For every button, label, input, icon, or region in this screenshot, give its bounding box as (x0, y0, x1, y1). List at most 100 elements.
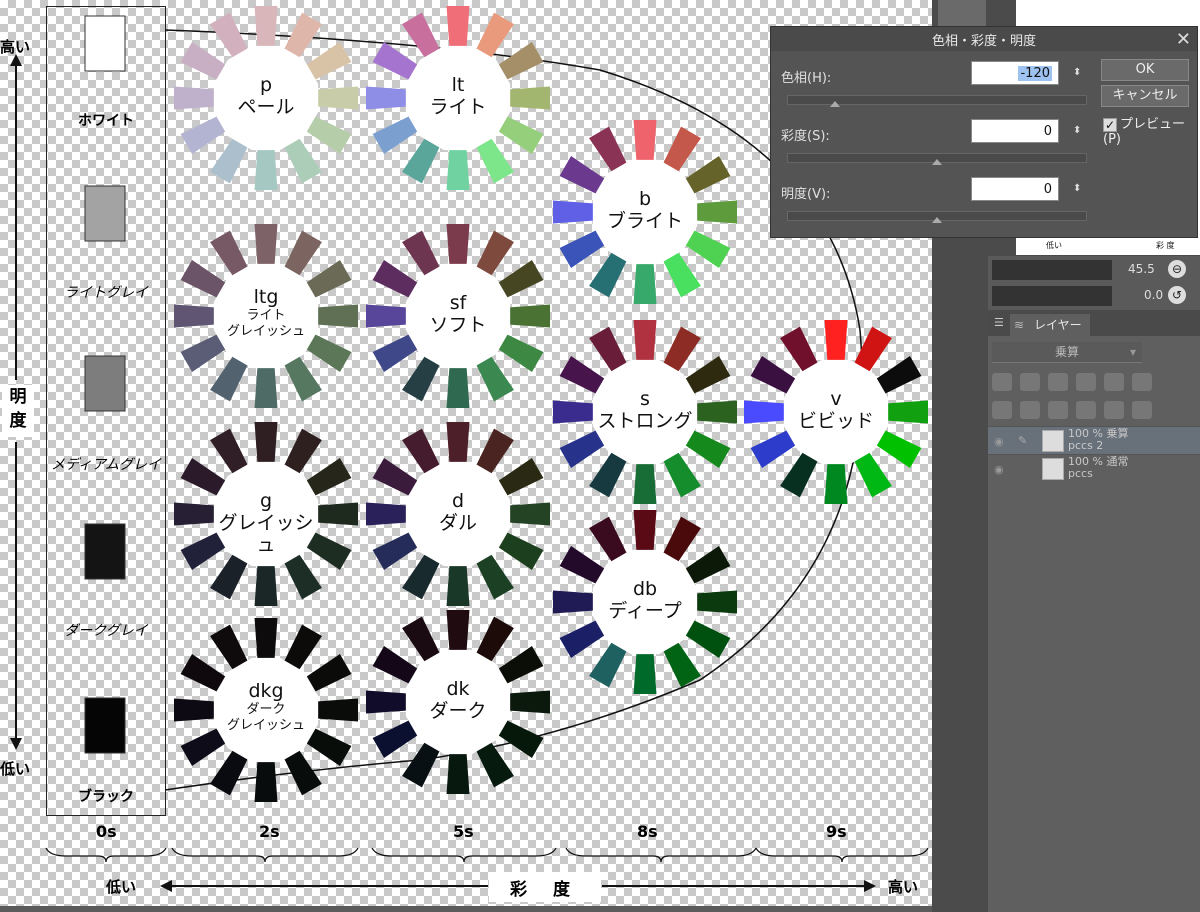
close-icon[interactable]: ✕ (1176, 29, 1191, 50)
tone-swatch (366, 502, 408, 526)
layer-tools-row-2 (992, 398, 1196, 422)
value-slider-thumb[interactable] (932, 217, 942, 223)
mask-icon[interactable] (1020, 373, 1040, 391)
layers-icon: ≋ (1014, 318, 1025, 332)
tone-swatch (633, 120, 657, 162)
tone-name: ダーク (429, 700, 487, 722)
tone-code: dk (446, 678, 470, 700)
tone-swatch (886, 400, 928, 424)
clip-icon[interactable] (1048, 373, 1068, 391)
eye-icon[interactable]: ◉ (994, 435, 1004, 448)
tone-label-s: s ストロング (595, 388, 695, 432)
delete-icon[interactable] (1132, 401, 1152, 419)
ok-button[interactable]: OK (1101, 59, 1189, 81)
cancel-button[interactable]: キャンセル (1101, 85, 1189, 107)
thumb-saido-label: 彩 度 (1156, 241, 1175, 250)
hue-input[interactable]: -120 (971, 61, 1059, 85)
tone-name: ストロング (597, 410, 693, 432)
value-spin-icon[interactable]: ⬍ (1073, 183, 1081, 194)
tone-label-lt: lt ライト (408, 74, 508, 118)
tone-label-d: d ダル (408, 490, 508, 534)
saturation-spin-icon[interactable]: ⬍ (1073, 125, 1081, 136)
tone-name: ダーク グレイッシュ (226, 702, 305, 733)
tone-swatch (316, 698, 358, 722)
saturation-bracket (171, 847, 359, 863)
layer-row[interactable]: ◉ 100 % 通常 pccs (988, 454, 1200, 483)
value-high-label: 高い (0, 38, 31, 56)
layer-sub-text: pccs 2 (1068, 439, 1104, 452)
brush-size-curve[interactable] (992, 260, 1112, 280)
tone-swatch (174, 698, 216, 722)
tone-code: b (638, 188, 652, 210)
achromatic-swatch (84, 697, 126, 754)
dialog-title: 色相・彩度・明度 (931, 33, 1036, 49)
new-vector-icon[interactable] (1048, 401, 1068, 419)
saturation-low-label: 低い (106, 878, 137, 896)
brush-shape-curve[interactable] (992, 286, 1112, 306)
arrow-down-icon (10, 738, 22, 750)
tone-swatch (366, 86, 408, 110)
reset-icon[interactable]: ↺ (1168, 286, 1186, 304)
tone-swatch (508, 86, 550, 110)
brush-rotation-value: 0.0 (1144, 288, 1164, 302)
panel-menu-icon[interactable]: ☰ (994, 316, 1004, 329)
tone-label-dkg: dkg ダーク グレイッシュ (216, 680, 316, 734)
tone-label-sf: sf ソフト (408, 292, 508, 336)
achromatic-swatch (84, 523, 126, 580)
tab-layer[interactable]: ≋ レイヤー (1010, 314, 1090, 336)
hue-slider-thumb[interactable] (830, 101, 840, 107)
layer-thumbnail (1042, 458, 1064, 480)
arrow-right-icon (864, 880, 876, 892)
tone-swatch (254, 564, 278, 606)
tone-swatch (508, 502, 550, 526)
blend-row: 乗算 ▾ (988, 342, 1200, 364)
lock-icon[interactable] (1104, 373, 1124, 391)
dialog-titlebar[interactable]: 色相・彩度・明度 ✕ (771, 27, 1197, 51)
lock-alpha-icon[interactable] (1132, 373, 1152, 391)
tone-code: lt (451, 74, 465, 96)
new-folder-icon[interactable] (1076, 401, 1096, 419)
tone-name: ディープ (608, 600, 682, 622)
value-low-label: 低い (0, 760, 31, 778)
sat-level-2s: 2s (259, 822, 280, 841)
tone-swatch (553, 200, 595, 224)
brush-size-value: 45.5 (1128, 262, 1155, 276)
layer-color-icon[interactable] (992, 373, 1012, 391)
zoom-icon[interactable]: ⊖ (1168, 260, 1186, 278)
tone-swatch (446, 148, 470, 190)
tone-swatch (695, 590, 737, 614)
tone-swatch (254, 224, 278, 266)
tone-swatch (254, 366, 278, 408)
value-input[interactable]: 0 (971, 177, 1059, 201)
hue-label: 色相(H): (781, 71, 832, 86)
tone-swatch (174, 86, 216, 110)
layer-stack-icon[interactable] (992, 401, 1012, 419)
tone-swatch (254, 6, 278, 48)
tone-name: ライト (429, 96, 487, 118)
tone-label-b: b ブライト (595, 188, 695, 232)
tone-swatch (174, 304, 216, 328)
tone-swatch (316, 86, 358, 110)
tone-code: db (632, 578, 658, 600)
tone-name: ビビッド (797, 410, 874, 432)
achromatic-label-black: ブラック (78, 789, 134, 805)
preview-checkbox[interactable]: ✓ プレビュー(P) (1103, 113, 1197, 147)
eye-icon[interactable]: ◉ (994, 463, 1004, 476)
saturation-input[interactable]: 0 (971, 119, 1059, 143)
tone-swatch (316, 502, 358, 526)
tone-swatch (446, 6, 470, 48)
transfer-icon[interactable] (1104, 401, 1124, 419)
hue-spin-icon[interactable]: ⬍ (1073, 67, 1081, 78)
tone-label-v: v ビビッド (786, 388, 886, 432)
tone-swatch (744, 400, 786, 424)
saturation-slider-thumb[interactable] (932, 159, 942, 165)
sat-level-8s: 8s (637, 822, 658, 841)
chevron-down-icon: ▾ (1129, 345, 1136, 359)
value-value: 0 (1043, 182, 1052, 197)
layer-row[interactable]: ◉ ✎ 100 % 乗算 pccs 2 (988, 426, 1200, 455)
blend-mode-select[interactable]: 乗算 ▾ (992, 342, 1142, 363)
palette-icon[interactable] (1076, 373, 1096, 391)
layer-thumbnail (1042, 430, 1064, 452)
tab-layer-label: レイヤー (1034, 318, 1082, 332)
new-raster-icon[interactable] (1020, 401, 1040, 419)
